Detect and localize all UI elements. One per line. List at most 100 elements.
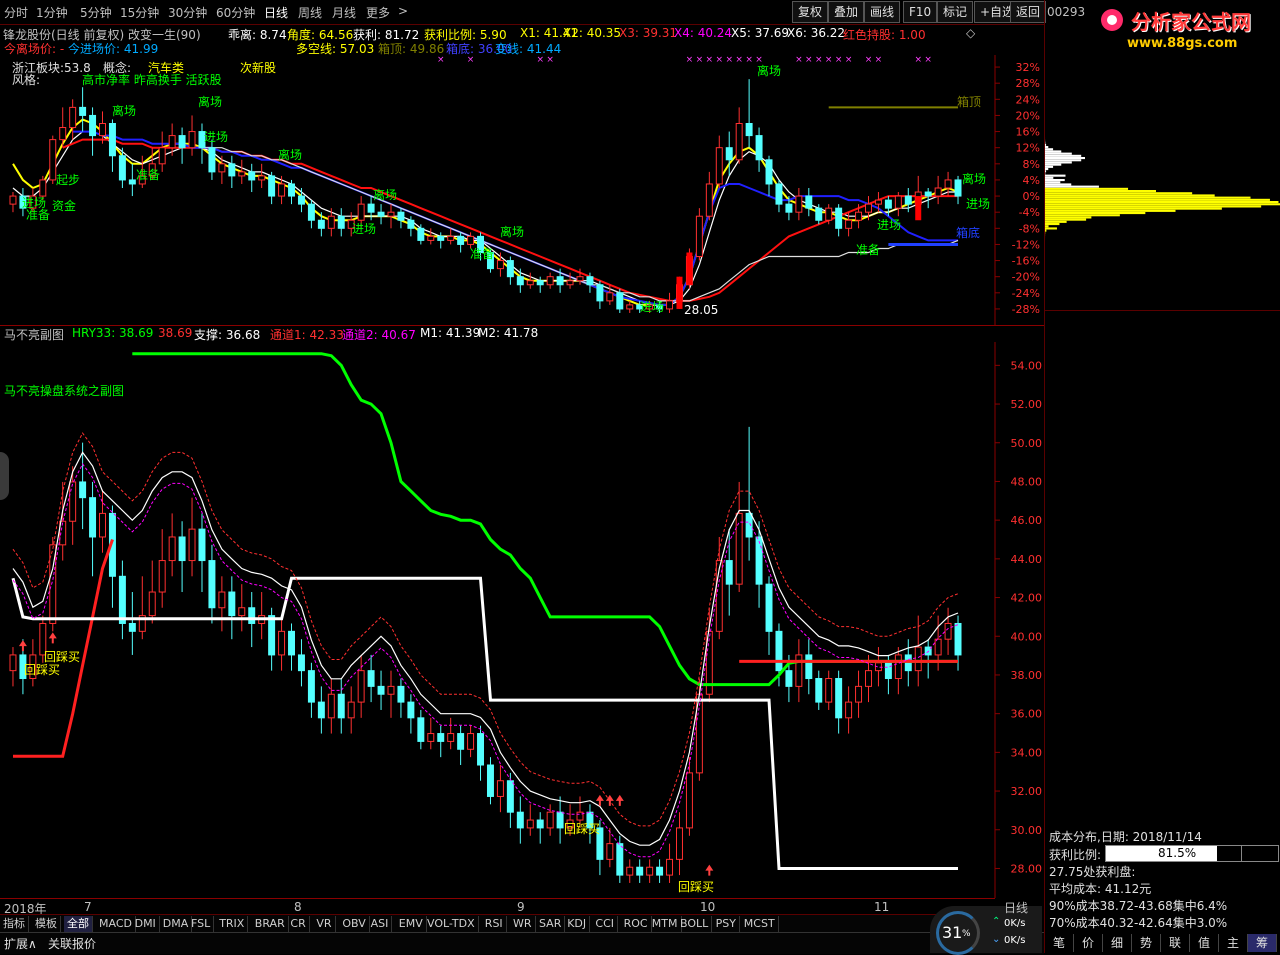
candle-body (696, 216, 702, 256)
main-y-tick-label: 20% (1016, 109, 1040, 122)
period-30min[interactable]: 30分钟 (168, 4, 207, 21)
chevron-right-icon[interactable]: > (398, 4, 408, 18)
chip-bar (1045, 190, 1156, 192)
sub-candle-body (20, 655, 26, 679)
sub-candle-body (80, 482, 86, 498)
chip-bar (1045, 214, 1120, 216)
side-scroll-handle[interactable] (0, 452, 9, 500)
right-tab-6[interactable]: 主 (1219, 934, 1248, 952)
period-monthly[interactable]: 月线 (332, 4, 356, 21)
period-weekly[interactable]: 周线 (298, 4, 322, 21)
candle-body (796, 196, 802, 212)
indicator-tab-psy[interactable]: PSY (713, 916, 740, 932)
indicator-tab-vol-tdx[interactable]: VOL-TDX (424, 916, 479, 932)
candle-body (10, 196, 16, 204)
candle-body (229, 164, 235, 176)
right-tab-2[interactable]: 细 (1103, 934, 1132, 952)
right-tab-5[interactable]: 值 (1190, 934, 1219, 952)
indicator-tab-全部[interactable]: 全部 (64, 916, 93, 932)
candle-body (70, 107, 76, 127)
logo-url: www.88gs.com (1127, 36, 1237, 51)
candle-body (517, 277, 523, 285)
candle-body (507, 261, 513, 277)
indicator-tab-模板[interactable]: 模板 (32, 916, 61, 932)
indicator-tab-sar[interactable]: SAR (536, 916, 565, 932)
indicator-tab-obv[interactable]: OBV (339, 916, 369, 932)
chip-bar (1045, 197, 1251, 199)
legend-channel-2: 通道2: 40.67 (342, 326, 416, 343)
candle-body (199, 132, 205, 148)
indicator-tab-emv[interactable]: EMV (396, 916, 427, 932)
candle-body (587, 277, 593, 285)
period-1min[interactable]: 1分钟 (36, 4, 68, 21)
x-marker: × (735, 55, 743, 65)
indicator-tab-dmi[interactable]: DMI (132, 916, 160, 932)
indicator-tab-cci[interactable]: CCI (592, 916, 618, 932)
period-more[interactable]: 更多 (366, 4, 390, 21)
x-axis: 2018年 7 8 9 10 11 (0, 898, 995, 915)
period-60min[interactable]: 60分钟 (216, 4, 255, 21)
candle-body (378, 212, 384, 216)
sub-candle-body (866, 671, 872, 687)
indicator-tab-brar[interactable]: BRAR (252, 916, 289, 932)
red-signal-bar (915, 196, 921, 220)
candle-body (428, 236, 434, 240)
indicator-tab-roc[interactable]: ROC (621, 916, 652, 932)
candle-body (627, 305, 633, 309)
indicator-tab-fsl[interactable]: FSL (188, 916, 214, 932)
expand-button[interactable]: 扩展∧ (4, 935, 37, 952)
right-tab-0[interactable]: 笔 (1045, 934, 1074, 952)
right-tab-7[interactable]: 筹 (1248, 934, 1277, 952)
sub-candle-body (249, 608, 255, 624)
sub-candle-body (338, 694, 344, 718)
sub-candle-body (846, 702, 852, 718)
indicator-tab-kdj[interactable]: KDJ (564, 916, 590, 932)
period-daily[interactable]: 日线 (264, 4, 288, 21)
sub-candle-body (119, 576, 125, 623)
main-price-chart[interactable]: ×××××××××××××××××××××× 32%28%24%20%16%12… (0, 55, 1044, 325)
sub-indicator-chart[interactable]: 54.0052.0050.0048.0046.0044.0042.0040.00… (0, 342, 1044, 898)
chip-bar (1045, 208, 1222, 210)
download-speed: 0K/s (1004, 935, 1026, 946)
x-marker: × (725, 55, 733, 65)
back-button[interactable]: 返回 (1010, 1, 1046, 23)
candle-body (60, 128, 66, 140)
x-axis-month: 9 (517, 900, 525, 914)
period-fenshi[interactable]: 分时 (4, 4, 28, 21)
indicator-tab-cr[interactable]: CR (287, 916, 309, 932)
indicator-tab-boll[interactable]: BOLL (677, 916, 712, 932)
candle-body (647, 305, 653, 309)
x-marker: × (845, 55, 853, 65)
period-5min[interactable]: 5分钟 (80, 4, 112, 21)
period-15min[interactable]: 15分钟 (120, 4, 159, 21)
overlay-button[interactable]: 叠加 (828, 1, 864, 23)
x-marker: × (716, 55, 724, 65)
candle-body (935, 188, 941, 196)
indicator-tab-macd[interactable]: MACD (96, 916, 136, 932)
chip-bar (1045, 216, 1091, 218)
sub-candle-body (527, 820, 533, 828)
indicator-tab-trix[interactable]: TRIX (216, 916, 248, 932)
legend-hry33: HRY33: 38.69 (72, 326, 153, 340)
main-legend: 锋龙股份(日线 前复权) 改变一生(90) 乖离: 8.74 角度: 64.56… (0, 25, 995, 59)
right-tab-1[interactable]: 价 (1074, 934, 1103, 952)
adjust-button[interactable]: 复权 (792, 1, 828, 23)
speed-percent-sign: % (962, 929, 971, 939)
x-axis-month: 11 (874, 900, 889, 914)
f10-button[interactable]: F10 (903, 1, 937, 23)
indicator-tab-vr[interactable]: VR (313, 916, 335, 932)
draw-line-button[interactable]: 画线 (864, 1, 900, 23)
mark-button[interactable]: 标记 (937, 1, 973, 23)
chip-bar (1045, 166, 1053, 168)
right-tab-3[interactable]: 势 (1132, 934, 1161, 952)
indicator-tab-wr[interactable]: WR (510, 916, 536, 932)
sub-candle-body (537, 820, 543, 828)
related-quote-button[interactable]: 关联报价 (48, 935, 96, 952)
candle-body (866, 204, 872, 212)
indicator-tab-rsi[interactable]: RSI (482, 916, 507, 932)
indicator-tab-mcst[interactable]: MCST (741, 916, 779, 932)
diamond-icon[interactable]: ◇ (966, 26, 975, 40)
right-tab-4[interactable]: 联 (1161, 934, 1190, 952)
indicator-tab-指标[interactable]: 指标 (0, 916, 29, 932)
indicator-tab-asi[interactable]: ASI (368, 916, 393, 932)
